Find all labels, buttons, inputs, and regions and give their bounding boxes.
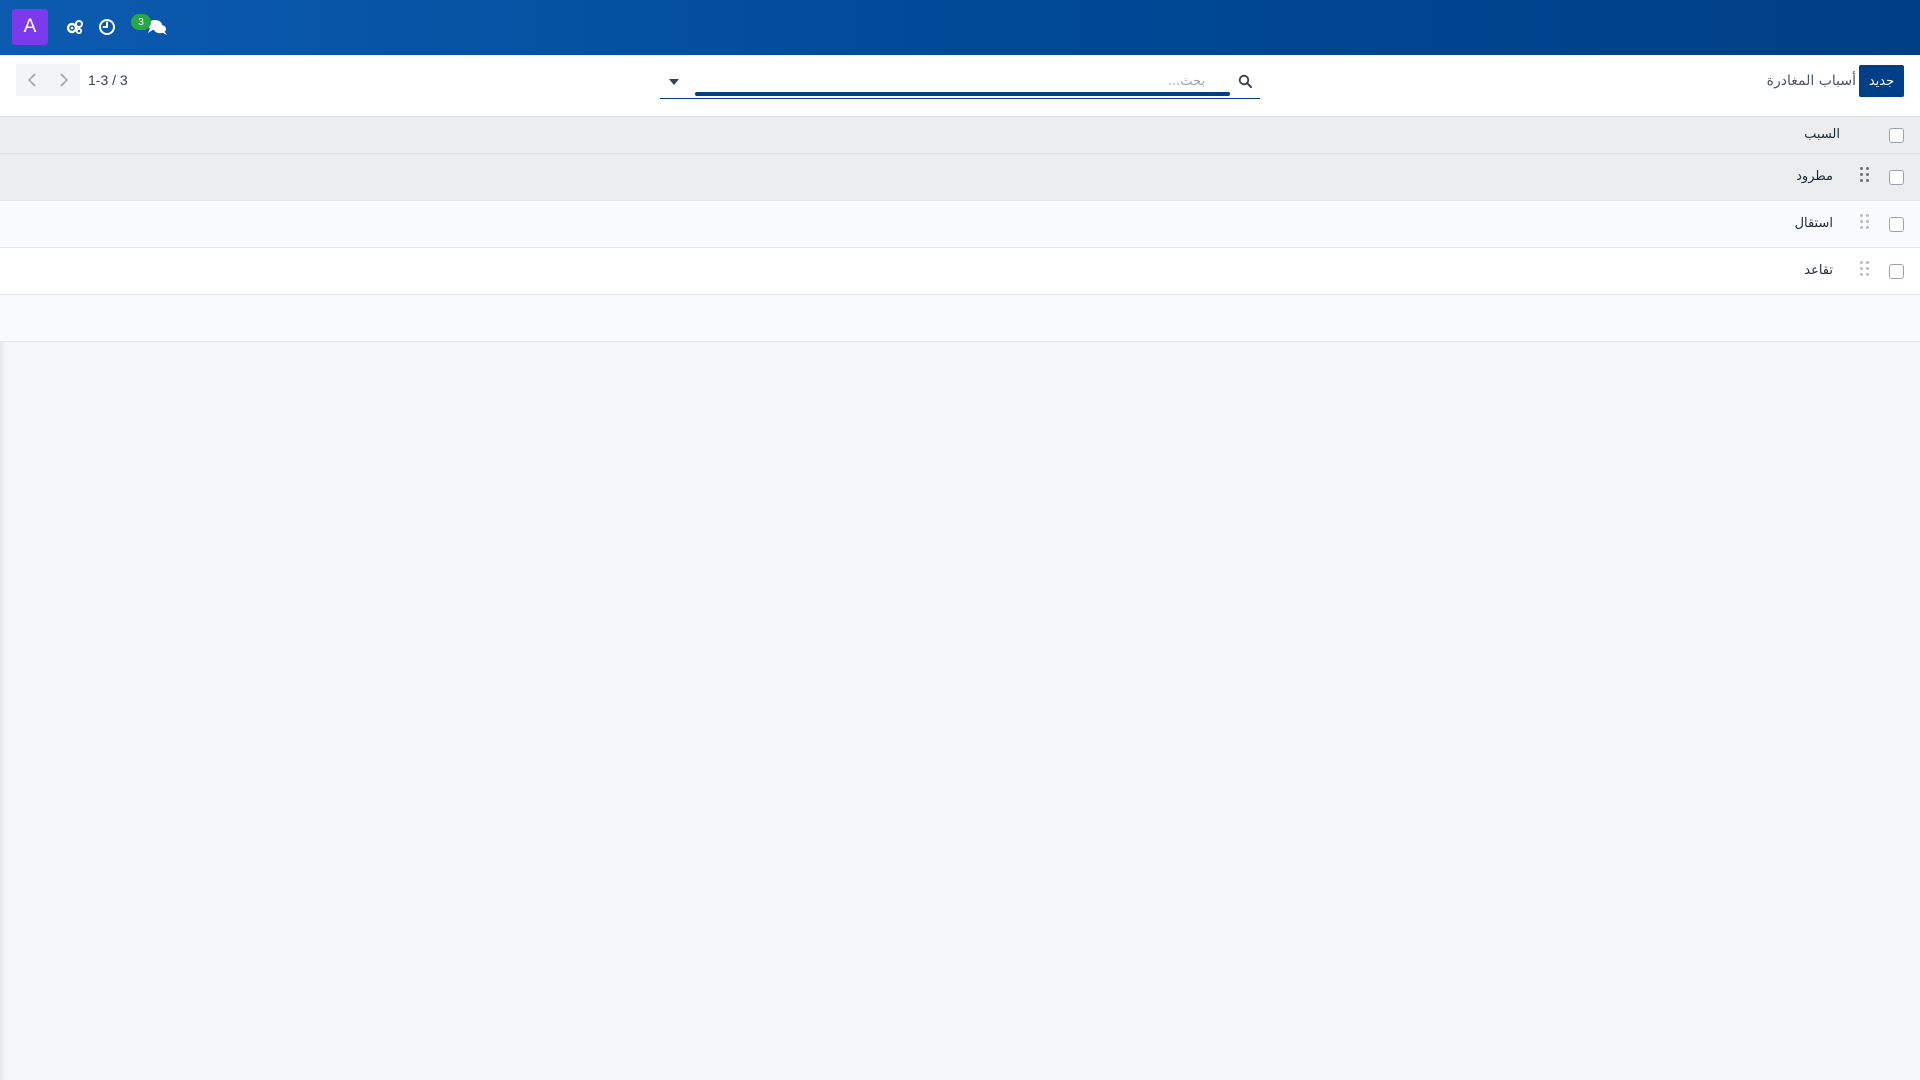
table-row[interactable]: استقال [0, 201, 1920, 248]
breadcrumb: أسباب المغادرة [1766, 73, 1856, 89]
drag-handle-icon[interactable] [1860, 261, 1870, 277]
row-checkbox[interactable] [1889, 264, 1904, 279]
column-header-reason[interactable]: السبب [1804, 127, 1840, 142]
new-button[interactable]: جديد [1859, 65, 1904, 97]
select-all-checkbox[interactable] [1889, 128, 1904, 143]
gears-icon[interactable] [64, 16, 86, 38]
clock-icon[interactable] [96, 16, 118, 38]
search-options-toggle[interactable] [666, 75, 682, 89]
chevron-right-icon [60, 73, 69, 87]
caret-down-icon [669, 79, 679, 85]
pager-value[interactable]: 1-3 / 3 [88, 72, 128, 88]
messages-count-badge: 3 [131, 14, 151, 30]
search-bar [660, 67, 1260, 99]
row-checkbox[interactable] [1889, 217, 1904, 232]
list-view: السبب مطرود استقال تقاعد [0, 117, 1920, 342]
row-reason: مطرود [1796, 169, 1833, 184]
pager-next-button[interactable] [48, 64, 80, 96]
drag-handle-icon[interactable] [1860, 167, 1870, 183]
drag-handle-icon[interactable] [1860, 214, 1870, 230]
table-row[interactable]: تقاعد [0, 248, 1920, 295]
search-input[interactable] [695, 70, 1205, 92]
table-row[interactable]: مطرود [0, 154, 1920, 201]
top-navbar: A 3 [0, 0, 1920, 55]
control-panel: 1-3 / 3 أسباب المغادرة جديد [0, 55, 1920, 117]
list-header: السبب [0, 117, 1920, 154]
row-checkbox[interactable] [1889, 170, 1904, 185]
search-focus-indicator [695, 92, 1230, 96]
user-avatar[interactable]: A [12, 9, 48, 45]
chevron-left-icon [27, 73, 36, 87]
pager: 1-3 / 3 [16, 64, 128, 96]
row-reason: استقال [1794, 216, 1833, 231]
search-icon[interactable] [1236, 72, 1254, 90]
row-reason: تقاعد [1804, 263, 1833, 278]
pager-previous-button[interactable] [16, 64, 48, 96]
empty-row [0, 295, 1920, 342]
